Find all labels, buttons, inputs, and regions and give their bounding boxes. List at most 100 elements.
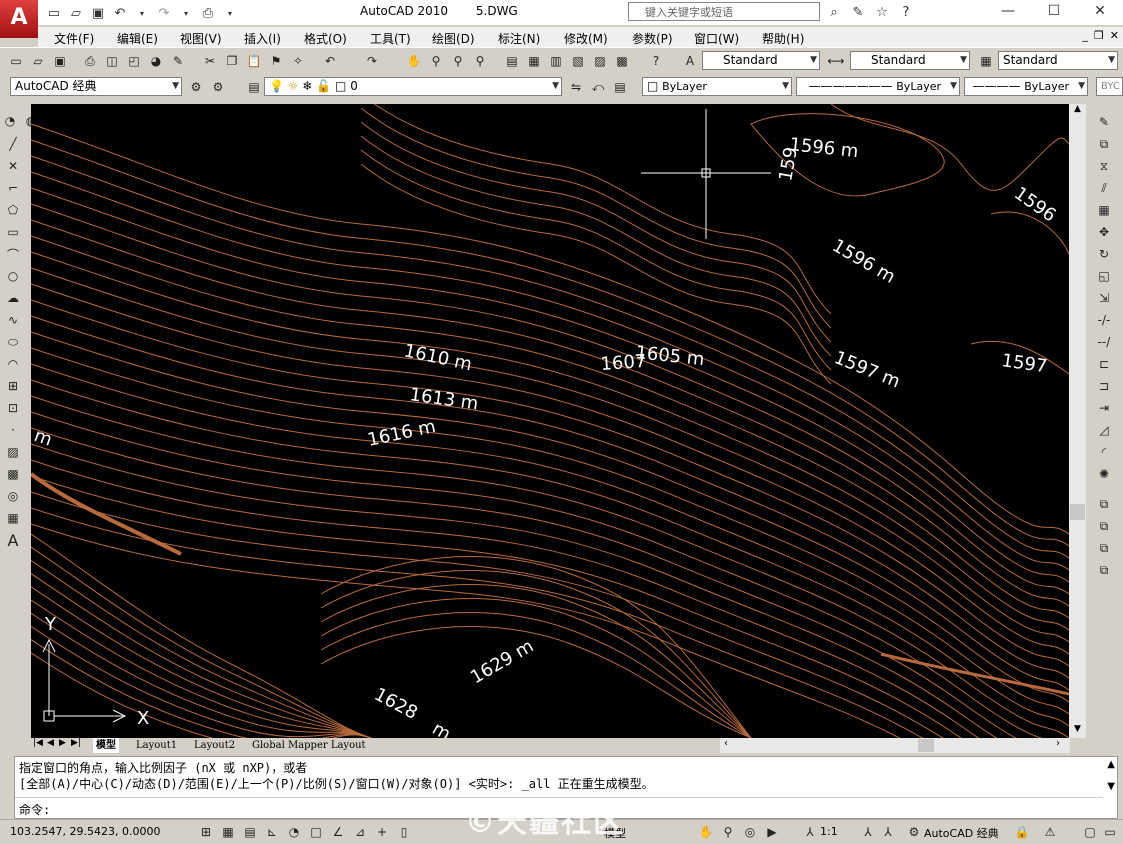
open-file-icon[interactable]: ▱ <box>66 3 86 23</box>
zoom-realtime-icon[interactable]: ⚲ <box>426 51 446 71</box>
cmd-scroll-down-icon[interactable]: ▼ <box>1107 781 1115 792</box>
menu-insert[interactable]: 插入(I) <box>244 30 281 47</box>
fillet-icon[interactable]: ◜ <box>1094 442 1114 462</box>
workspace-switch-icon[interactable]: ⚙ <box>904 822 924 842</box>
revcloud-icon[interactable]: ☁ <box>3 288 23 308</box>
table-icon[interactable]: ▦ <box>3 508 23 528</box>
gradient-icon[interactable]: ▩ <box>3 464 23 484</box>
isolate-objects-icon[interactable]: ▢ <box>1080 822 1100 842</box>
trim-icon[interactable]: -/- <box>1094 310 1114 330</box>
drawing-canvas[interactable]: 1596 m 1596 1596 m 1597 m 1597 1610 m 16… <box>31 104 1069 738</box>
color-select[interactable]: □ ByLayer ▼ <box>642 77 792 96</box>
annotation-visibility-icon[interactable]: ⅄ <box>858 822 878 842</box>
circle-icon[interactable]: ○ <box>3 266 23 286</box>
vertical-scrollbar[interactable]: ▲ ▼ <box>1069 104 1086 738</box>
copy-icon[interactable]: ❐ <box>222 51 242 71</box>
draw-order-front-icon[interactable]: ⧉ <box>1094 494 1114 514</box>
region-icon[interactable]: ◎ <box>3 486 23 506</box>
table-style-select[interactable]: Standard ▼ <box>998 51 1118 70</box>
open-icon[interactable]: ▱ <box>28 51 48 71</box>
menu-dimension[interactable]: 标注(N) <box>498 30 540 47</box>
workspace-status-label[interactable]: AutoCAD 经典 <box>924 825 999 841</box>
make-layer-current-icon[interactable]: ⇋ <box>566 77 586 97</box>
text-style-select[interactable]: Standard ▼ <box>702 51 820 70</box>
doc-restore-icon[interactable]: ❐ <box>1094 29 1104 42</box>
extend-icon[interactable]: --/ <box>1094 332 1114 352</box>
auto-scale-icon[interactable]: ⅄ <box>878 822 898 842</box>
pan-status-icon[interactable]: ✋ <box>696 822 716 842</box>
scroll-down-icon[interactable]: ▼ <box>1069 724 1086 738</box>
arc-icon[interactable]: ⌒ <box>3 244 23 264</box>
tool-palettes-icon[interactable]: ▥ <box>546 51 566 71</box>
chamfer-icon[interactable]: ◿ <box>1094 420 1114 440</box>
horizontal-scrollbar[interactable]: ‹ › <box>720 738 1070 753</box>
tab-nav-next-icon[interactable]: ▶ <box>59 738 66 748</box>
cut-icon[interactable]: ✂ <box>200 51 220 71</box>
pan-icon[interactable]: ✋ <box>404 51 424 71</box>
menu-modify[interactable]: 修改(M) <box>564 30 608 47</box>
linetype-select[interactable]: ——————— ByLayer ▼ <box>796 77 960 96</box>
calculator-icon[interactable]: ▩ <box>612 51 632 71</box>
showmotion-icon[interactable]: ▶ <box>762 822 782 842</box>
scroll-left-icon[interactable]: ‹ <box>724 738 728 749</box>
hardware-acceleration-icon[interactable]: ⚠ <box>1040 822 1060 842</box>
break-at-point-icon[interactable]: ⊏ <box>1094 354 1114 374</box>
doc-close-icon[interactable]: ✕ <box>1110 29 1119 42</box>
scale-icon[interactable]: ◱ <box>1094 266 1114 286</box>
plotstyle-select[interactable]: BYC <box>1096 77 1123 96</box>
command-prompt[interactable]: 命令: <box>19 801 50 818</box>
rotate-icon[interactable]: ↻ <box>1094 244 1114 264</box>
help-icon[interactable]: ? <box>646 51 666 71</box>
tab-model[interactable]: 模型 <box>93 738 119 753</box>
save-icon[interactable]: ▣ <box>50 51 70 71</box>
publish-icon[interactable]: ◰ <box>124 51 144 71</box>
scroll-up-icon[interactable]: ▲ <box>1069 104 1086 118</box>
properties-icon[interactable]: ▤ <box>502 51 522 71</box>
workspace-select[interactable]: AutoCAD 经典 ▼ <box>10 77 182 96</box>
vertical-scroll-thumb[interactable] <box>1070 504 1085 520</box>
redo-icon[interactable]: ↷ <box>362 51 382 71</box>
tab-global-mapper-layout[interactable]: Global Mapper Layout <box>249 738 369 753</box>
batch-icon[interactable]: ✎ <box>168 51 188 71</box>
horizontal-scroll-thumb[interactable] <box>918 739 934 752</box>
draw-order-back-icon[interactable]: ⧉ <box>1094 516 1114 536</box>
dynamic-input-icon[interactable]: + <box>372 822 392 842</box>
ortho-mode-icon[interactable]: ⊾ <box>262 822 282 842</box>
array-icon[interactable]: ▦ <box>1094 200 1114 220</box>
mirror-icon[interactable]: ⧖ <box>1094 156 1114 176</box>
join-icon[interactable]: ⇥ <box>1094 398 1114 418</box>
insert-block-icon[interactable]: ⊞ <box>3 376 23 396</box>
line-icon[interactable]: ╱ <box>3 134 23 154</box>
zoom-previous-icon[interactable]: ⚲ <box>470 51 490 71</box>
tab-nav-prev-icon[interactable]: ◀ <box>47 738 54 748</box>
point-icon[interactable]: · <box>3 420 23 440</box>
binoculars-icon[interactable]: ⌕ <box>824 2 844 22</box>
layer-select[interactable]: 💡 ☼ ❄ 🔓 □ 0 ▼ <box>264 77 562 96</box>
save-icon[interactable]: ▣ <box>88 3 108 23</box>
dynamic-ucs-icon[interactable]: ⊿ <box>350 822 370 842</box>
cmd-scroll-up-icon[interactable]: ▲ <box>1107 759 1115 770</box>
doc-minimize-icon[interactable]: _ <box>1082 29 1088 42</box>
plot-icon[interactable]: ⎙ <box>198 3 218 23</box>
menu-tools[interactable]: 工具(T) <box>370 30 411 47</box>
clean-screen-icon[interactable]: ▭ <box>1100 822 1120 842</box>
lineweight-display-icon[interactable]: ▯ <box>394 822 414 842</box>
search-input[interactable]: 键入关键字或短语 <box>628 2 820 21</box>
rectangle-icon[interactable]: ▭ <box>3 222 23 242</box>
markup-icon[interactable]: ▨ <box>590 51 610 71</box>
match-properties-icon[interactable]: ⚑ <box>266 51 286 71</box>
draw-order-above-icon[interactable]: ⧉ <box>1094 538 1114 558</box>
tab-nav-last-icon[interactable]: ▶| <box>71 738 81 748</box>
design-center-icon[interactable]: ▦ <box>524 51 544 71</box>
menu-help[interactable]: 帮助(H) <box>762 30 804 47</box>
draw-order-under-icon[interactable]: ⧉ <box>1094 560 1114 580</box>
plot-icon[interactable]: ⎙ <box>80 51 100 71</box>
tab-layout1[interactable]: Layout1 <box>133 738 180 753</box>
menu-draw[interactable]: 绘图(D) <box>432 30 475 47</box>
object-snap-tracking-icon[interactable]: ∠ <box>328 822 348 842</box>
copy-object-icon[interactable]: ⧉ <box>1094 134 1114 154</box>
ellipse-arc-icon[interactable]: ◠ <box>3 354 23 374</box>
tab-layout2[interactable]: Layout2 <box>191 738 238 753</box>
maximize-button[interactable]: ☐ <box>1031 0 1077 25</box>
orbit-icon[interactable]: ◔ <box>0 111 20 131</box>
